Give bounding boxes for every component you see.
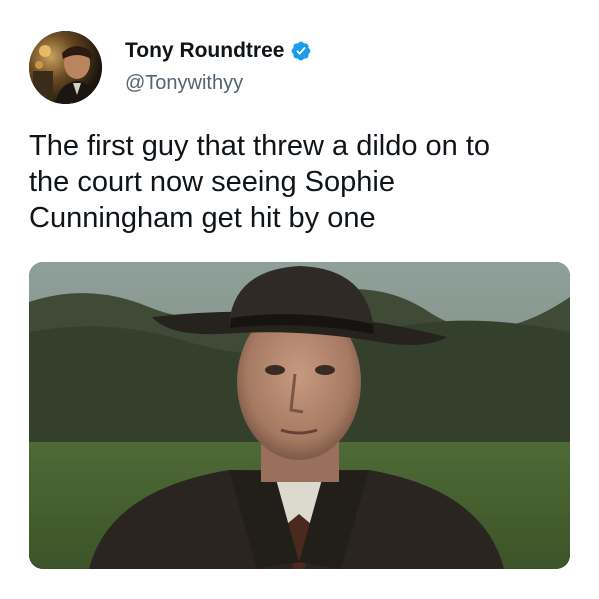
tweet-media-image[interactable]	[29, 262, 570, 569]
tweet-card: Tony Roundtree @Tonywithyy The first guy…	[0, 0, 599, 599]
verified-badge-icon	[290, 40, 312, 62]
display-name[interactable]: Tony Roundtree	[125, 39, 284, 63]
photo-of-man-in-fedora	[29, 262, 570, 569]
tweet-text: The first guy that threw a dildo on to t…	[29, 128, 574, 236]
tweet-text-line: Cunningham get hit by one	[29, 202, 376, 234]
tweet-text-line: the court now seeing Sophie	[29, 166, 395, 198]
tweet-text-line: The first guy that threw a dildo on to	[29, 130, 491, 162]
avatar-image	[29, 31, 102, 104]
author-name-row[interactable]: Tony Roundtree	[125, 37, 312, 65]
avatar[interactable]	[29, 31, 102, 104]
author-handle[interactable]: @Tonywithyy	[125, 72, 243, 95]
